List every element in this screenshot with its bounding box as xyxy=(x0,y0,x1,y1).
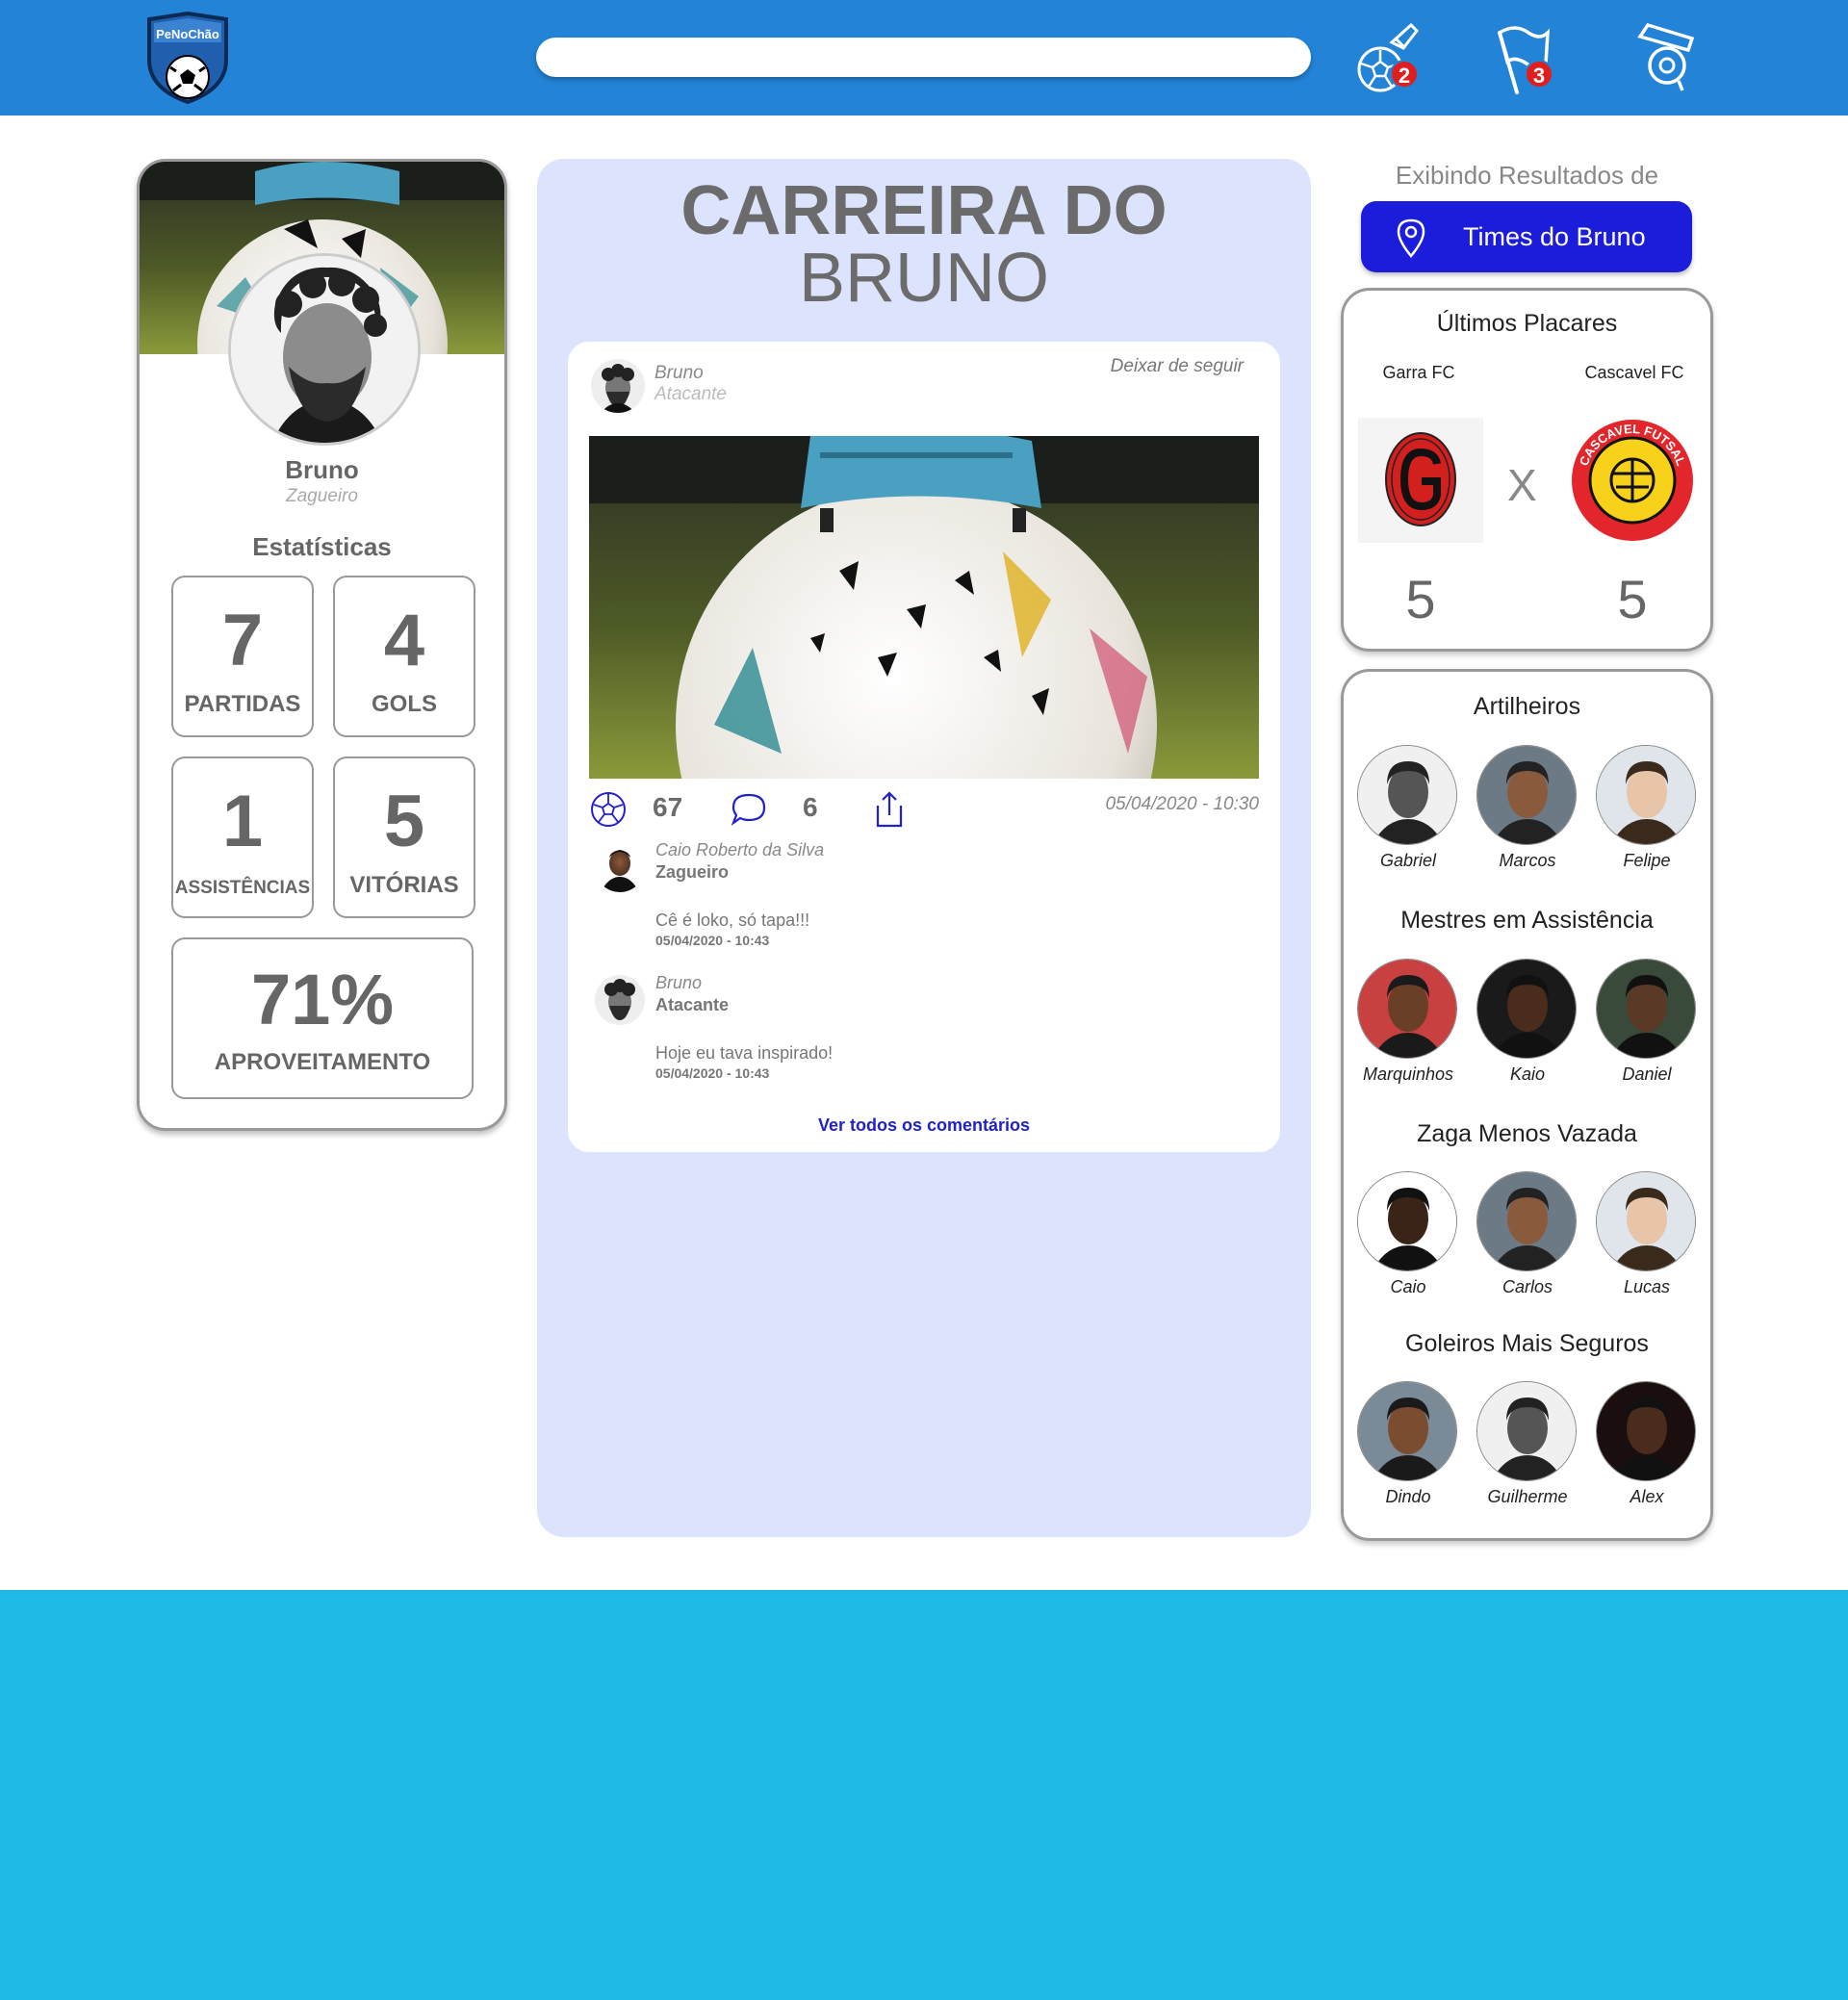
stat-value: 5 xyxy=(383,781,425,862)
stat-win-rate: 71% APROVEITAMENTO xyxy=(171,937,474,1099)
stat-label: ASSISTÊNCIAS xyxy=(174,878,311,898)
stat-value: 71% xyxy=(250,960,395,1039)
stat-value: 4 xyxy=(383,600,425,681)
ball-notification-badge: 2 xyxy=(1390,60,1419,89)
teams-filter-button[interactable]: Times do Bruno xyxy=(1361,201,1692,272)
player-name[interactable]: Carlos xyxy=(1465,1277,1590,1297)
home-score: 5 xyxy=(1405,569,1436,629)
comment-author-name[interactable]: Bruno xyxy=(655,973,702,993)
player-name[interactable]: Daniel xyxy=(1584,1064,1709,1085)
comment-date: 05/04/2020 - 10:43 xyxy=(655,1065,770,1081)
footer-band xyxy=(0,1590,1848,2000)
stat-matches: 7 PARTIDAS xyxy=(171,576,314,737)
comment-avatar[interactable] xyxy=(595,975,645,1025)
comment-author-name[interactable]: Caio Roberto da Silva xyxy=(655,840,824,860)
versus-label: X xyxy=(1507,460,1537,510)
whistle-icon[interactable] xyxy=(1629,21,1709,98)
ranking-title: Zaga Menos Vazada xyxy=(1417,1120,1637,1147)
away-team-name[interactable]: Cascavel FC xyxy=(1557,363,1711,383)
profile-role: Zagueiro xyxy=(286,486,358,506)
player-avatar[interactable] xyxy=(1596,745,1696,845)
post-card: Bruno Atacante Deixar de seguir 67 6 05/… xyxy=(568,342,1280,1152)
player-name[interactable]: Lucas xyxy=(1584,1277,1709,1297)
last-scores-title: Últimos Placares xyxy=(1436,310,1618,337)
player-avatar[interactable] xyxy=(1357,745,1457,845)
profile-card: Bruno Zagueiro Estatísticas 7 PARTIDAS 4… xyxy=(137,159,507,1131)
comment-icon[interactable] xyxy=(730,790,768,829)
post-image[interactable] xyxy=(589,436,1259,779)
ranking-title: Goleiros Mais Seguros xyxy=(1405,1330,1649,1357)
home-team-name[interactable]: Garra FC xyxy=(1342,363,1496,383)
player-name[interactable]: Caio xyxy=(1346,1277,1471,1297)
share-icon[interactable] xyxy=(870,790,909,829)
last-scores-card: Últimos Placares Garra FC Cascavel FC X … xyxy=(1341,288,1713,652)
player-avatar[interactable] xyxy=(1476,1381,1577,1481)
feed-title-name: BRUNO xyxy=(798,240,1049,317)
stat-label: VITÓRIAS xyxy=(349,872,459,898)
stat-value: 1 xyxy=(221,781,264,862)
stat-goals: 4 GOLS xyxy=(333,576,475,737)
post-author-name[interactable]: Bruno xyxy=(654,363,704,384)
ranking-title: Mestres em Assistência xyxy=(1400,907,1654,934)
likes-count: 67 xyxy=(653,792,683,822)
player-name[interactable]: Marquinhos xyxy=(1346,1064,1471,1085)
career-feed: CARREIRA DO BRUNO Bruno Atacante Deixar … xyxy=(537,159,1311,1537)
away-team-logo[interactable]: CASCAVEL FUTSAL xyxy=(1570,418,1695,543)
comments-count: 6 xyxy=(803,792,818,822)
see-all-comments-link[interactable]: Ver todos os comentários xyxy=(568,1115,1280,1136)
flag-notification-badge: 3 xyxy=(1525,60,1553,89)
stat-label: GOLS xyxy=(371,691,437,717)
top-navbar: PeNoChão 2 3 xyxy=(0,0,1848,115)
stats-title: Estatísticas xyxy=(252,532,392,561)
away-score: 5 xyxy=(1617,569,1648,629)
profile-avatar[interactable] xyxy=(228,253,421,446)
player-name[interactable]: Alex xyxy=(1584,1487,1709,1507)
player-avatar[interactable] xyxy=(1596,959,1696,1059)
player-name[interactable]: Gabriel xyxy=(1346,851,1471,871)
player-name[interactable]: Marcos xyxy=(1465,851,1590,871)
comment-text: Hoje eu tava inspirado! xyxy=(655,1043,834,1063)
rankings-card: Artilheiros Mestres em Assistência Zaga … xyxy=(1341,669,1713,1541)
comment-date: 05/04/2020 - 10:43 xyxy=(655,933,770,948)
post-author-avatar[interactable] xyxy=(591,359,645,413)
search-input[interactable] xyxy=(536,38,1311,77)
player-avatar[interactable] xyxy=(1357,959,1457,1059)
stat-label: APROVEITAMENTO xyxy=(214,1049,431,1075)
post-date: 05/04/2020 - 10:30 xyxy=(1105,794,1259,814)
player-name[interactable]: Felipe xyxy=(1584,851,1709,871)
ranking-title: Artilheiros xyxy=(1473,693,1581,720)
teams-filter-label: Times do Bruno xyxy=(1463,222,1646,251)
feed-title: CARREIRA DO xyxy=(680,172,1168,249)
stat-value: 7 xyxy=(221,600,264,681)
player-name[interactable]: Dindo xyxy=(1346,1487,1471,1507)
stat-wins: 5 VITÓRIAS xyxy=(333,756,475,918)
home-team-logo[interactable] xyxy=(1358,418,1483,543)
ball-notifications-icon[interactable]: 2 xyxy=(1353,21,1434,98)
player-avatar[interactable] xyxy=(1596,1171,1696,1271)
player-name[interactable]: Kaio xyxy=(1465,1064,1590,1085)
app-logo[interactable]: PeNoChão xyxy=(144,11,231,105)
comment-text: Cê é loko, só tapa!!! xyxy=(655,910,810,930)
logo-text: PeNoChão xyxy=(156,27,219,41)
player-avatar[interactable] xyxy=(1476,745,1577,845)
player-avatar[interactable] xyxy=(1596,1381,1696,1481)
player-avatar[interactable] xyxy=(1357,1171,1457,1271)
stat-assists: 1 ASSISTÊNCIAS xyxy=(171,756,314,918)
player-name[interactable]: Guilherme xyxy=(1465,1487,1590,1507)
unfollow-link[interactable]: Deixar de seguir xyxy=(1111,356,1244,377)
location-pin-icon xyxy=(1397,218,1425,258)
player-avatar[interactable] xyxy=(1357,1381,1457,1481)
profile-name: Bruno xyxy=(285,455,359,484)
comment-avatar[interactable] xyxy=(595,842,645,892)
results-label: Exibindo Resultados de xyxy=(1395,161,1659,190)
player-avatar[interactable] xyxy=(1476,1171,1577,1271)
post-author-role: Atacante xyxy=(654,384,727,404)
stat-label: PARTIDAS xyxy=(184,691,301,717)
player-avatar[interactable] xyxy=(1476,959,1577,1059)
comment-author-role: Atacante xyxy=(655,995,730,1014)
ball-like-icon[interactable] xyxy=(589,790,628,829)
flag-notifications-icon[interactable]: 3 xyxy=(1486,21,1567,98)
comment-author-role: Zagueiro xyxy=(655,862,730,882)
